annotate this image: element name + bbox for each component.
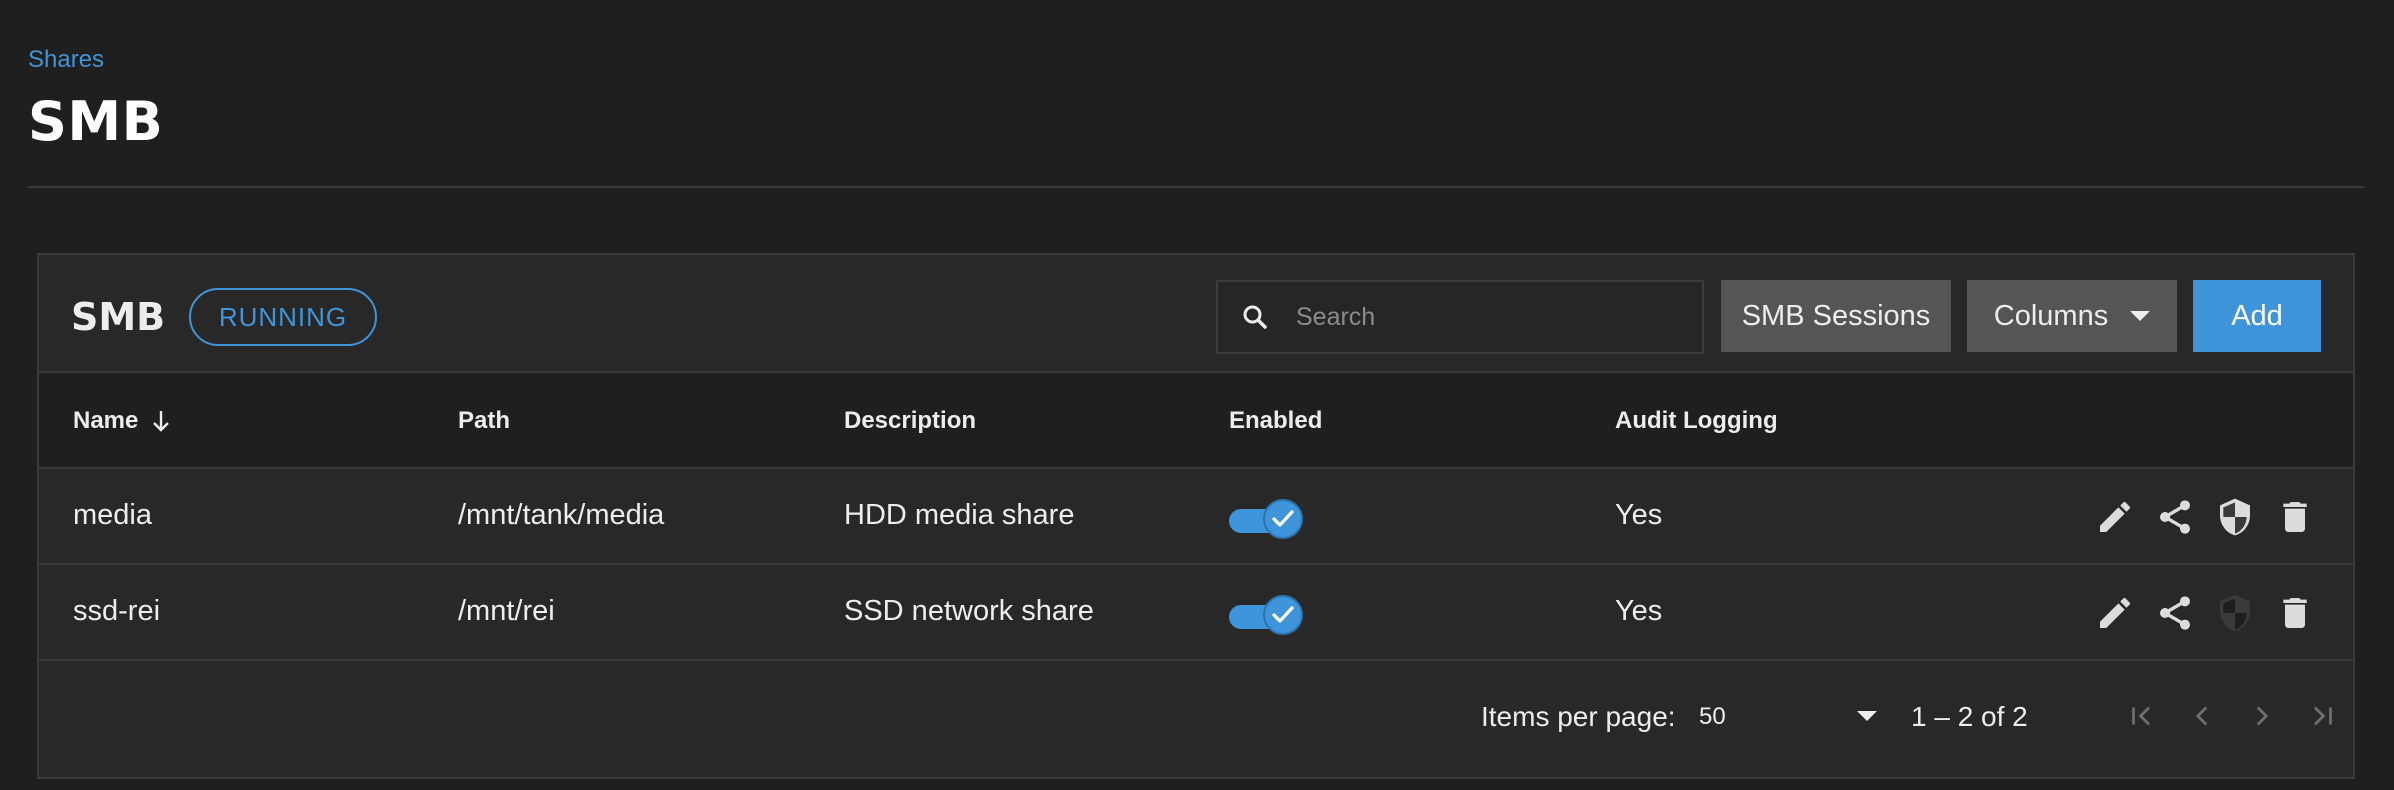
search-icon xyxy=(1243,305,1267,329)
row-actions xyxy=(2085,591,2325,635)
edit-icon[interactable] xyxy=(2085,495,2145,539)
page-size-select[interactable]: 50 xyxy=(1699,695,1877,739)
arrow-down-icon xyxy=(153,411,170,432)
edit-icon[interactable] xyxy=(2085,591,2145,635)
status-badge: RUNNING xyxy=(189,288,377,346)
column-header-audit-logging[interactable]: Audit Logging xyxy=(1615,407,1778,435)
shield-icon[interactable] xyxy=(2205,495,2265,539)
column-header-description[interactable]: Description xyxy=(844,407,976,435)
page-size-value: 50 xyxy=(1699,703,1726,730)
cell-audit-logging: Yes xyxy=(1615,595,1663,627)
toggle-knob xyxy=(1263,499,1303,539)
columns-label: Columns xyxy=(1993,299,2109,332)
page-range: 1 – 2 of 2 xyxy=(1911,701,2028,732)
shield-icon[interactable] xyxy=(2205,591,2265,635)
cell-description: SSD network share xyxy=(844,595,1094,627)
title-divider xyxy=(28,186,2364,188)
table-row[interactable]: ssd-rei /mnt/rei SSD network share Yes xyxy=(39,565,2353,661)
table-header: Name Path Description Enabled Audit Logg… xyxy=(39,371,2353,469)
row-actions xyxy=(2085,495,2325,539)
column-header-label: Name xyxy=(73,407,139,434)
items-per-page-label: Items per page: xyxy=(1481,701,1676,732)
chevron-down-icon xyxy=(2130,311,2151,321)
share-icon[interactable] xyxy=(2145,495,2205,539)
chevron-right-icon xyxy=(2256,706,2269,726)
enabled-toggle[interactable] xyxy=(1229,497,1303,541)
chevron-left-icon xyxy=(2195,706,2208,726)
smb-card: SMB RUNNING SMB Sessions Columns Add Nam… xyxy=(37,253,2355,779)
previous-page-button[interactable] xyxy=(2177,691,2227,741)
column-header-label: Audit Logging xyxy=(1615,407,1778,434)
toggle-knob xyxy=(1263,595,1303,635)
search-input[interactable] xyxy=(1296,302,1676,332)
last-page-icon xyxy=(2313,706,2332,726)
column-header-label: Enabled xyxy=(1229,407,1323,434)
delete-icon[interactable] xyxy=(2265,495,2325,539)
column-header-path[interactable]: Path xyxy=(458,407,510,435)
page-title: SMB xyxy=(28,90,164,153)
cell-path: /mnt/tank/media xyxy=(458,499,665,531)
last-page-button[interactable] xyxy=(2297,691,2347,741)
enabled-toggle[interactable] xyxy=(1229,593,1303,637)
first-page-button[interactable] xyxy=(2117,691,2167,741)
card-title: SMB xyxy=(71,295,166,339)
smb-sessions-button[interactable]: SMB Sessions xyxy=(1721,280,1951,352)
add-label: Add xyxy=(2231,299,2283,332)
paginator: Items per page: 50 1 – 2 of 2 xyxy=(39,661,2353,771)
columns-button[interactable]: Columns xyxy=(1967,280,2177,352)
share-icon[interactable] xyxy=(2145,591,2205,635)
column-header-name[interactable]: Name xyxy=(73,407,172,435)
column-header-enabled[interactable]: Enabled xyxy=(1229,407,1322,435)
cell-audit-logging: Yes xyxy=(1615,499,1663,531)
cell-name: media xyxy=(73,499,152,531)
column-header-label: Path xyxy=(458,407,511,434)
cell-path: /mnt/rei xyxy=(458,595,555,627)
check-icon xyxy=(1272,606,1294,623)
table-row[interactable]: media /mnt/tank/media HDD media share Ye… xyxy=(39,469,2353,565)
card-header: SMB RUNNING SMB Sessions Columns Add xyxy=(39,255,2353,371)
delete-icon[interactable] xyxy=(2265,591,2325,635)
shares-table: Name Path Description Enabled Audit Logg… xyxy=(39,371,2353,771)
add-button[interactable]: Add xyxy=(2193,280,2321,352)
column-header-label: Description xyxy=(844,407,977,434)
breadcrumb-shares[interactable]: Shares xyxy=(28,46,104,74)
first-page-icon xyxy=(2132,706,2151,726)
chevron-down-icon xyxy=(1857,711,1877,721)
check-icon xyxy=(1272,510,1294,527)
smb-sessions-label: SMB Sessions xyxy=(1741,299,1931,332)
next-page-button[interactable] xyxy=(2237,691,2287,741)
cell-name: ssd-rei xyxy=(73,595,161,627)
cell-description: HDD media share xyxy=(844,499,1075,531)
search-field[interactable] xyxy=(1216,280,1704,354)
